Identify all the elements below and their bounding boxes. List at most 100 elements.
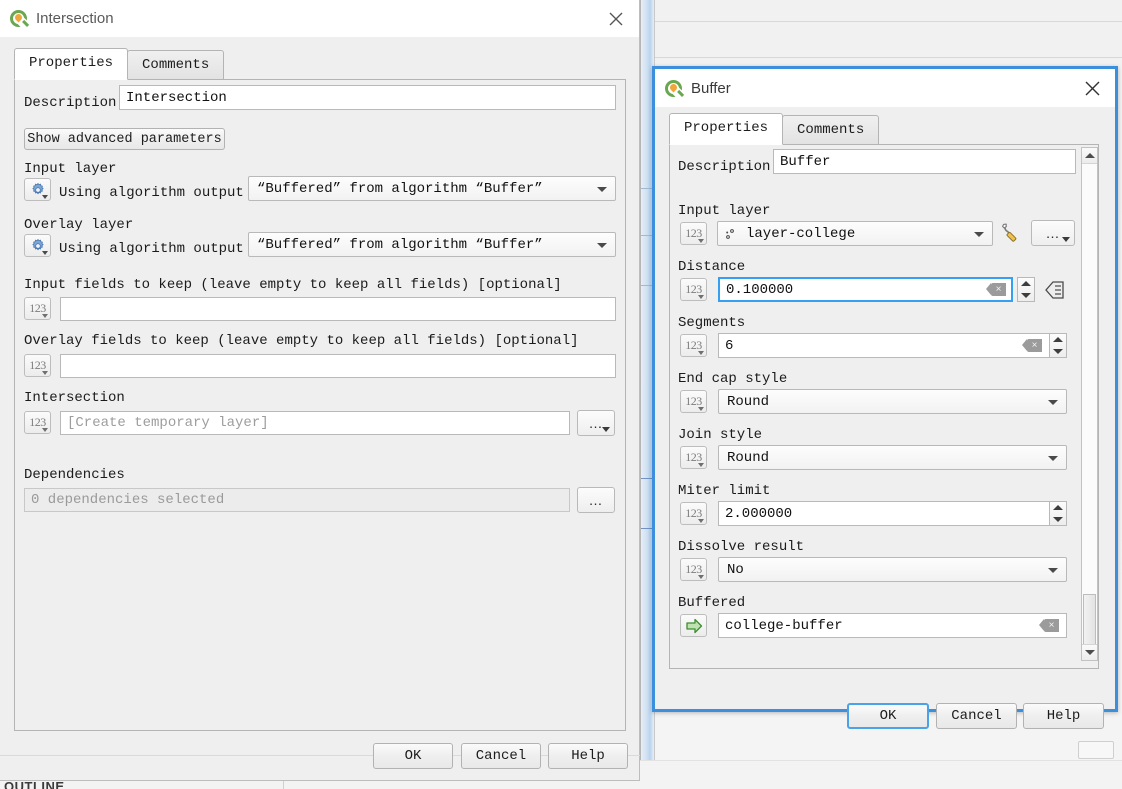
tab-comments[interactable]: Comments	[127, 50, 225, 80]
intersection-title: Intersection	[36, 10, 114, 27]
join-style-combo[interactable]: Round	[718, 445, 1067, 470]
dissolve-result-combo[interactable]: No	[718, 557, 1067, 582]
distance-spinner[interactable]	[1017, 277, 1035, 302]
dependencies-browse-button[interactable]: …	[577, 487, 615, 513]
close-icon[interactable]	[603, 6, 629, 32]
close-icon[interactable]	[1079, 75, 1105, 101]
intersection-titlebar: Intersection	[0, 0, 639, 37]
scroll-up-icon[interactable]	[1082, 148, 1097, 164]
intersection-cancel-button[interactable]: Cancel	[461, 743, 541, 769]
spinner-down-icon[interactable]	[1053, 348, 1063, 354]
miter-limit-input[interactable]: 2.000000	[718, 501, 1050, 526]
intersection-body: Properties Comments Description Intersec…	[0, 37, 640, 780]
end-cap-style-combo[interactable]: Round	[718, 389, 1067, 414]
input-layer-combo[interactable]: layer-college	[717, 221, 993, 246]
description-input[interactable]: Intersection	[119, 85, 616, 110]
dissolve-result-value: No	[727, 561, 744, 578]
end-cap-style-value: Round	[727, 393, 770, 410]
clear-icon[interactable]: ×	[1039, 619, 1059, 632]
chevron-down-icon	[974, 231, 984, 237]
data-defined-override-icon[interactable]	[1044, 280, 1066, 300]
miter-limit-label: Miter limit	[678, 483, 771, 499]
clear-icon[interactable]: ×	[986, 283, 1006, 296]
segments-input[interactable]: 6	[718, 333, 1050, 358]
intersection-dialog: Intersection Properties Comments Descrip…	[0, 0, 640, 781]
chevron-down-icon	[1048, 567, 1058, 573]
intersection-help-button[interactable]: Help	[548, 743, 628, 769]
input-layer-label: Input layer	[678, 203, 771, 219]
overlay-layer-value: “Buffered” from algorithm “Buffer”	[257, 236, 543, 253]
buffer-dialog: Buffer Properties Comments Description B…	[652, 66, 1118, 729]
distance-input[interactable]: 0.100000	[718, 277, 1013, 302]
number-variant-icon[interactable]: 123	[680, 390, 707, 413]
overlay-layer-combo[interactable]: “Buffered” from algorithm “Buffer”	[248, 232, 616, 257]
ellipsis-icon: …	[588, 415, 604, 431]
distance-label: Distance	[678, 259, 746, 275]
miter-limit-spinner[interactable]	[1049, 501, 1067, 526]
show-advanced-parameters-button[interactable]: Show advanced parameters	[24, 128, 225, 150]
number-variant-icon[interactable]: 123	[24, 411, 51, 434]
segments-spinner[interactable]	[1049, 333, 1067, 358]
dissolve-result-label: Dissolve result	[678, 539, 805, 555]
buffer-tabs: Properties Comments	[669, 113, 880, 145]
spinner-up-icon[interactable]	[1021, 281, 1031, 287]
screen-root: OUTLINE Intersection Properties Comments…	[0, 0, 1122, 789]
ellipsis-icon: …	[1045, 225, 1061, 241]
overlay-fields-input[interactable]	[60, 354, 616, 378]
chevron-down-icon	[1048, 399, 1058, 405]
qgis-logo-icon	[10, 10, 30, 30]
number-variant-icon[interactable]: 123	[24, 354, 51, 377]
buffer-cancel-button[interactable]: Cancel	[936, 703, 1017, 729]
number-variant-icon[interactable]: 123	[680, 278, 707, 301]
tab-properties[interactable]: Properties	[14, 48, 129, 80]
background-separator	[640, 0, 641, 789]
chevron-down-icon	[602, 427, 610, 432]
description-input[interactable]: Buffer	[773, 149, 1076, 174]
buffer-title: Buffer	[691, 79, 731, 97]
algorithm-gear-icon[interactable]	[24, 178, 51, 201]
number-variant-icon[interactable]: 123	[680, 222, 707, 245]
dependencies-label: Dependencies	[24, 467, 125, 483]
buffer-scrollbar[interactable]	[1081, 147, 1098, 661]
input-layer-label: Input layer	[24, 161, 117, 177]
number-variant-icon[interactable]: 123	[24, 297, 51, 320]
buffer-help-button[interactable]: Help	[1023, 703, 1104, 729]
intersection-ok-button[interactable]: OK	[373, 743, 453, 769]
overlay-layer-label: Overlay layer	[24, 217, 134, 233]
tab-properties[interactable]: Properties	[669, 113, 784, 145]
spinner-down-icon[interactable]	[1053, 516, 1063, 522]
chevron-down-icon	[597, 186, 607, 192]
spinner-up-icon[interactable]	[1053, 337, 1063, 343]
overlay-layer-prefix: Using algorithm output	[59, 241, 244, 257]
input-layer-prefix: Using algorithm output	[59, 185, 244, 201]
scrollbar-thumb[interactable]	[1083, 594, 1096, 647]
number-variant-icon[interactable]: 123	[680, 502, 707, 525]
scroll-down-icon[interactable]	[1082, 644, 1097, 660]
output-arrow-icon[interactable]	[680, 614, 707, 637]
intersection-tabs: Properties Comments	[14, 48, 225, 80]
input-fields-input[interactable]	[60, 297, 616, 321]
buffered-output-input[interactable]: college-buffer	[718, 613, 1067, 638]
description-label: Description	[24, 95, 117, 111]
chevron-down-icon	[1048, 455, 1058, 461]
qgis-logo-icon	[665, 79, 685, 100]
spinner-up-icon[interactable]	[1053, 505, 1063, 511]
intersection-output-input[interactable]: [Create temporary layer]	[60, 411, 570, 435]
number-variant-icon[interactable]: 123	[680, 334, 707, 357]
segments-label: Segments	[678, 315, 746, 331]
algorithm-gear-icon[interactable]	[24, 234, 51, 257]
intersection-output-browse-button[interactable]: …	[577, 410, 615, 436]
number-variant-icon[interactable]: 123	[680, 558, 707, 581]
buffer-titlebar: Buffer	[655, 69, 1115, 107]
input-layer-browse-button[interactable]: …	[1031, 220, 1075, 246]
ellipsis-icon: …	[588, 492, 604, 508]
join-style-value: Round	[727, 449, 770, 466]
input-layer-combo[interactable]: “Buffered” from algorithm “Buffer”	[248, 176, 616, 201]
number-variant-icon[interactable]: 123	[680, 446, 707, 469]
tab-comments[interactable]: Comments	[782, 115, 880, 145]
wrench-icon[interactable]	[1000, 221, 1022, 243]
buffer-ok-button[interactable]: OK	[847, 703, 929, 729]
spinner-down-icon[interactable]	[1021, 292, 1031, 298]
clear-icon[interactable]: ×	[1022, 339, 1042, 352]
footer-separator	[0, 755, 640, 756]
